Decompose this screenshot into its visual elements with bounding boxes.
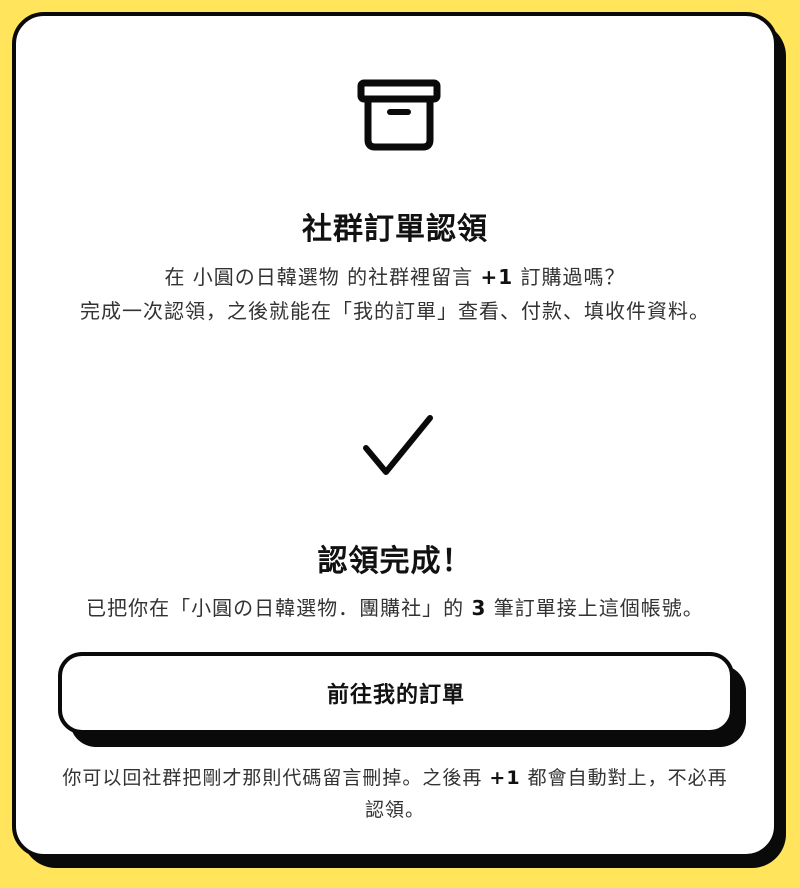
success-description: 已把你在「小圓の日韓選物．團購社」的 3 筆訂單接上這個帳號。 (86, 596, 704, 620)
archive-box-icon (357, 79, 441, 151)
claim-desc-line1: 在 小圓の日韓選物 的社群裡留言 +1 訂購過嗎？ (164, 265, 626, 289)
claim-description: 在 小圓の日韓選物 的社群裡留言 +1 訂購過嗎？ 完成一次認領，之後就能在「我… (56, 260, 734, 328)
success-title: 認領完成！ (317, 544, 473, 579)
checkmark-icon (363, 415, 433, 475)
claim-card: 社群訂單認領 在 小圓の日韓選物 的社群裡留言 +1 訂購過嗎？ 完成一次認領，… (12, 12, 778, 858)
footer-note: 你可以回社群把剛才那則代碼留言刪掉。之後再 +1 都會自動對上，不必再認領。 (62, 767, 728, 821)
go-to-my-orders-button[interactable]: 前往我的訂單 (58, 652, 734, 734)
claim-desc-line2: 完成一次認領，之後就能在「我的訂單」查看、付款、填收件資料。 (80, 299, 710, 323)
claim-title: 社群訂單認領 (302, 212, 488, 247)
